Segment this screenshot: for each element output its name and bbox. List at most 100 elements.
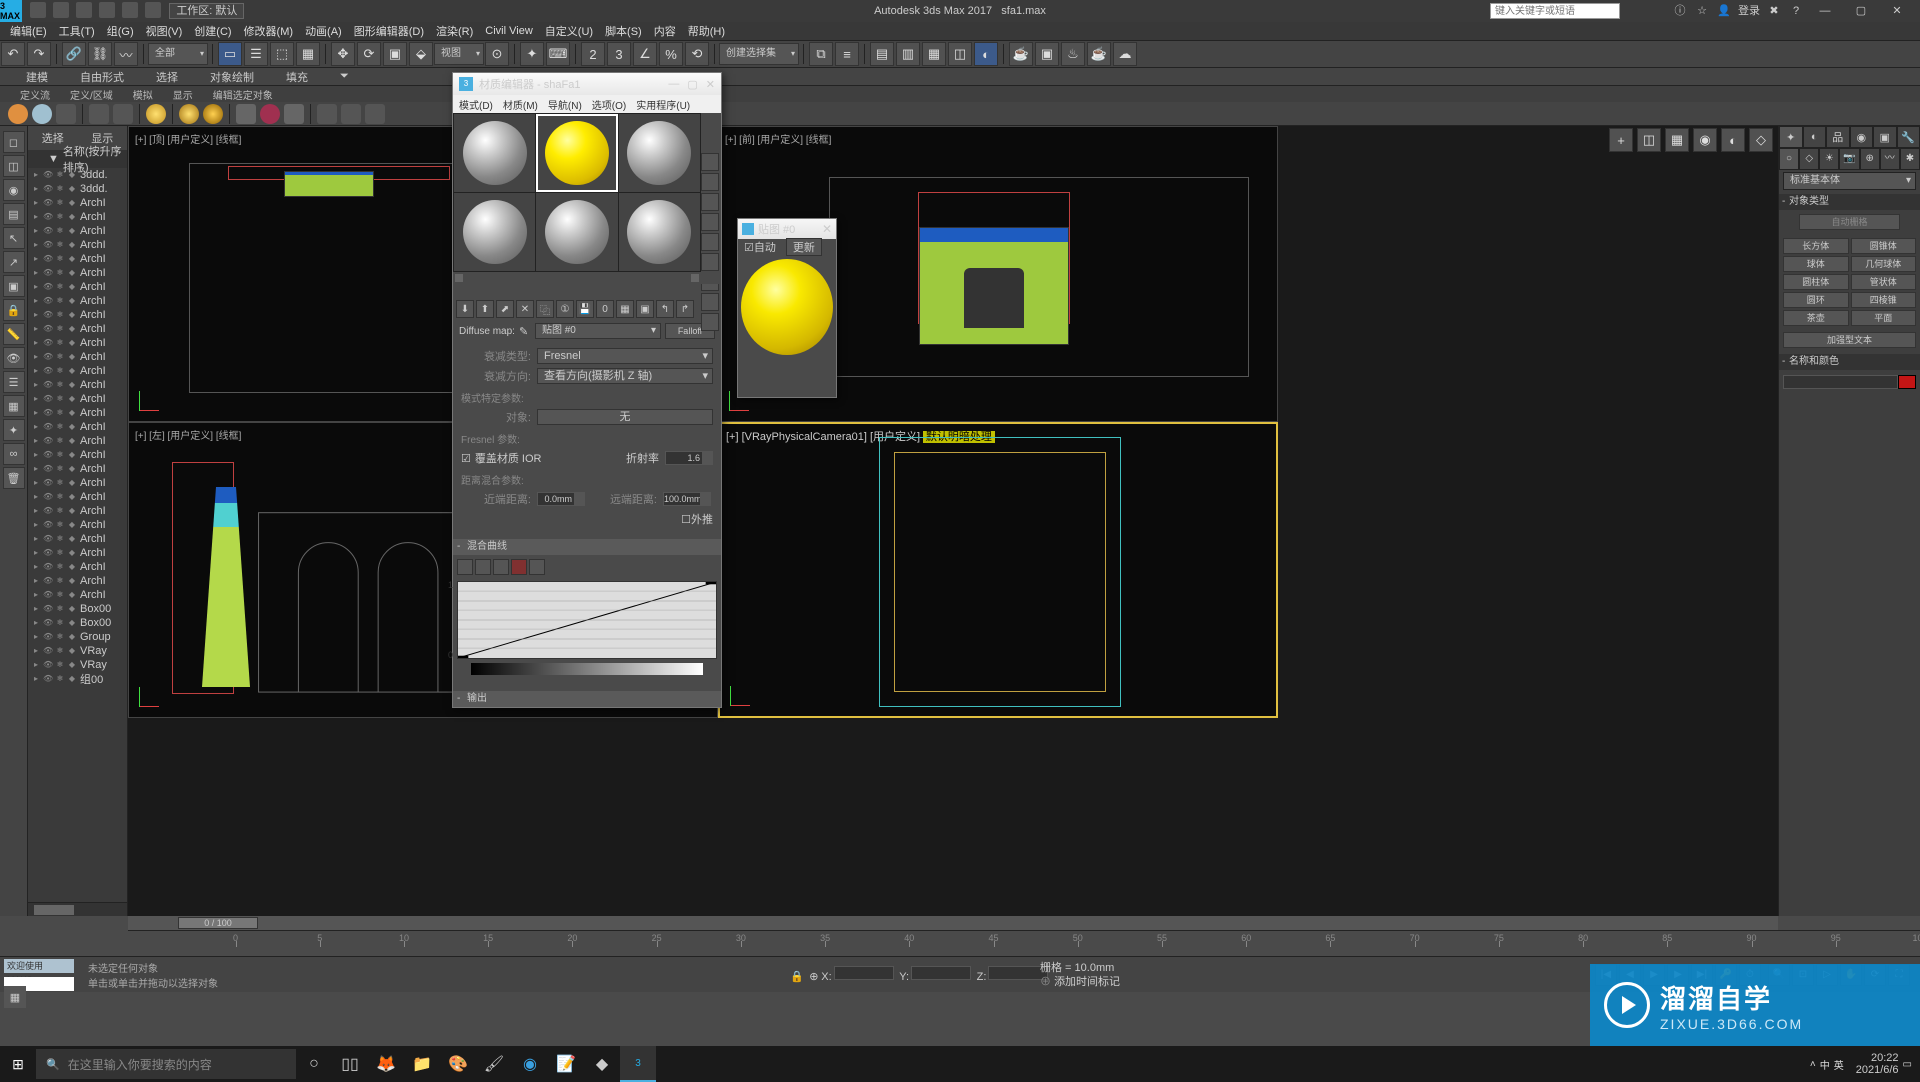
eye-icon[interactable]: 👁: [43, 184, 53, 194]
show-in-vp-icon[interactable]: ▦: [616, 300, 634, 318]
freeze-icon[interactable]: ❄: [55, 464, 65, 474]
percent-snap-button[interactable]: %: [659, 42, 683, 66]
menu-scripting[interactable]: 脚本(S): [599, 23, 648, 39]
curve-reset-icon[interactable]: [529, 559, 545, 575]
expand-icon[interactable]: ▸: [31, 436, 41, 446]
exchange-icon[interactable]: ✖: [1766, 3, 1782, 19]
select-name-button[interactable]: ☰: [244, 42, 268, 66]
scale-button[interactable]: ▣: [383, 42, 407, 66]
primitive-button[interactable]: 四棱锥: [1851, 292, 1917, 308]
render-production-button[interactable]: ☕: [1087, 42, 1111, 66]
eye-icon[interactable]: 👁: [43, 380, 53, 390]
scene-item[interactable]: ▸👁❄◆ArchI: [28, 588, 127, 602]
vt-grid-icon[interactable]: ▦: [3, 395, 25, 417]
expand-icon[interactable]: ▸: [31, 366, 41, 376]
expand-icon[interactable]: ▸: [31, 534, 41, 544]
eye-icon[interactable]: 👁: [43, 576, 53, 586]
scene-item[interactable]: ▸👁❄◆ArchI: [28, 434, 127, 448]
mat-id-icon[interactable]: [701, 313, 719, 331]
undo-button[interactable]: ↶: [1, 42, 25, 66]
scene-item[interactable]: ▸👁❄◆ArchI: [28, 532, 127, 546]
falloff-dir-dropdown[interactable]: 查看方向(摄影机 Z 轴): [537, 368, 713, 384]
eye-icon[interactable]: 👁: [43, 352, 53, 362]
category-dropdown[interactable]: 标准基本体: [1783, 172, 1916, 190]
eye-icon[interactable]: 👁: [43, 310, 53, 320]
move-button[interactable]: ✥: [331, 42, 355, 66]
vp-shade-icon[interactable]: ◐: [1721, 128, 1745, 152]
eye-icon[interactable]: 👁: [43, 366, 53, 376]
scene-item[interactable]: ▸👁❄◆Group: [28, 630, 127, 644]
eye-icon[interactable]: 👁: [43, 198, 53, 208]
eye-icon[interactable]: 👁: [43, 562, 53, 572]
tab-utilities-icon[interactable]: 🔧: [1897, 126, 1920, 148]
expand-icon[interactable]: ▸: [31, 548, 41, 558]
schematic-view-button[interactable]: ◫: [948, 42, 972, 66]
window-crossing-button[interactable]: ▦: [296, 42, 320, 66]
coord-x-input[interactable]: [834, 966, 894, 980]
lock-icon[interactable]: 🔒: [790, 971, 804, 983]
select-button[interactable]: ▭: [218, 42, 242, 66]
far-spinner[interactable]: 100.0mm: [663, 492, 711, 506]
expand-icon[interactable]: ▸: [31, 296, 41, 306]
render-iterate-button[interactable]: ♨: [1061, 42, 1085, 66]
named-selection-dropdown[interactable]: 创建选择集: [719, 43, 799, 65]
maxscript-listener[interactable]: 欢迎使用 MAXScr: [4, 959, 74, 973]
pick-object-button[interactable]: 无: [537, 409, 713, 425]
matedit-menu-options[interactable]: 选项(O): [592, 97, 626, 112]
snap-2d-button[interactable]: 2: [581, 42, 605, 66]
sample-slot-4[interactable]: [454, 193, 535, 271]
map-preview-titlebar[interactable]: 贴图 #0 ✕: [738, 219, 836, 239]
vt-trash-icon[interactable]: 🗑: [3, 467, 25, 489]
3dsmax-task-icon[interactable]: 3: [620, 1046, 656, 1082]
object-name-input[interactable]: [1783, 375, 1898, 389]
vt-match-icon[interactable]: ▤: [3, 203, 25, 225]
vt-ruler-icon[interactable]: 📏: [3, 323, 25, 345]
freeze-icon[interactable]: ❄: [55, 604, 65, 614]
extrapolate-check[interactable]: ☐: [681, 513, 691, 526]
scene-item[interactable]: ▸👁❄◆ArchI: [28, 308, 127, 322]
matedit-minimize-button[interactable]: —: [668, 78, 679, 91]
sample-slot-2[interactable]: [536, 114, 617, 192]
matedit-close-button[interactable]: ✕: [706, 78, 715, 91]
scene-item[interactable]: ▸👁❄◆ArchI: [28, 252, 127, 266]
scroll-right-icon[interactable]: [691, 274, 699, 282]
freeze-icon[interactable]: ❄: [55, 422, 65, 432]
scene-item[interactable]: ▸👁❄◆ArchI: [28, 336, 127, 350]
eye-icon[interactable]: 👁: [43, 674, 53, 684]
get-material-icon[interactable]: ⬇: [456, 300, 474, 318]
ribbon-tab-modeling[interactable]: 建模: [10, 69, 64, 85]
workspace-dropdown[interactable]: 工作区: 默认: [169, 3, 244, 19]
freeze-icon[interactable]: ❄: [55, 646, 65, 656]
curve-scale-icon[interactable]: [475, 559, 491, 575]
eye-icon[interactable]: 👁: [43, 450, 53, 460]
viewport-camera[interactable]: [+] [VRayPhysicalCamera01] [用户定义] 默认明暗处理: [718, 422, 1278, 718]
primitive-button[interactable]: 圆柱体: [1783, 274, 1849, 290]
freeze-icon[interactable]: ❄: [55, 534, 65, 544]
freeze-icon[interactable]: ❄: [55, 226, 65, 236]
vt-box-icon[interactable]: ▣: [3, 275, 25, 297]
tab-hierarchy-icon[interactable]: 品: [1826, 126, 1850, 148]
sim-reset-icon[interactable]: [113, 104, 133, 124]
expand-icon[interactable]: ▸: [31, 198, 41, 208]
expand-icon[interactable]: ▸: [31, 170, 41, 180]
rollout-name-color[interactable]: 名称和颜色: [1779, 354, 1920, 370]
select-region-rect-button[interactable]: ⬚: [270, 42, 294, 66]
expand-icon[interactable]: ▸: [31, 464, 41, 474]
expand-icon[interactable]: ▸: [31, 408, 41, 418]
uv-tiling-icon[interactable]: [701, 213, 719, 231]
curve-add-icon[interactable]: [493, 559, 509, 575]
eye-icon[interactable]: 👁: [43, 604, 53, 614]
scroll-left-icon[interactable]: [455, 274, 463, 282]
primitive-button[interactable]: 圆环: [1783, 292, 1849, 308]
rendered-frame-button[interactable]: ▣: [1035, 42, 1059, 66]
scene-item[interactable]: ▸👁❄◆ArchI: [28, 266, 127, 280]
palette-icon[interactable]: 🎨: [440, 1046, 476, 1082]
time-ruler[interactable]: 0510152025303540455055606570758085909510…: [128, 930, 1920, 956]
expand-icon[interactable]: ▸: [31, 240, 41, 250]
mesh-icon[interactable]: [236, 104, 256, 124]
menu-tools[interactable]: 工具(T): [53, 23, 101, 39]
qat-new-icon[interactable]: [30, 2, 46, 18]
freeze-icon[interactable]: ❄: [55, 296, 65, 306]
freeze-icon[interactable]: ❄: [55, 212, 65, 222]
sim-play-icon[interactable]: [89, 104, 109, 124]
